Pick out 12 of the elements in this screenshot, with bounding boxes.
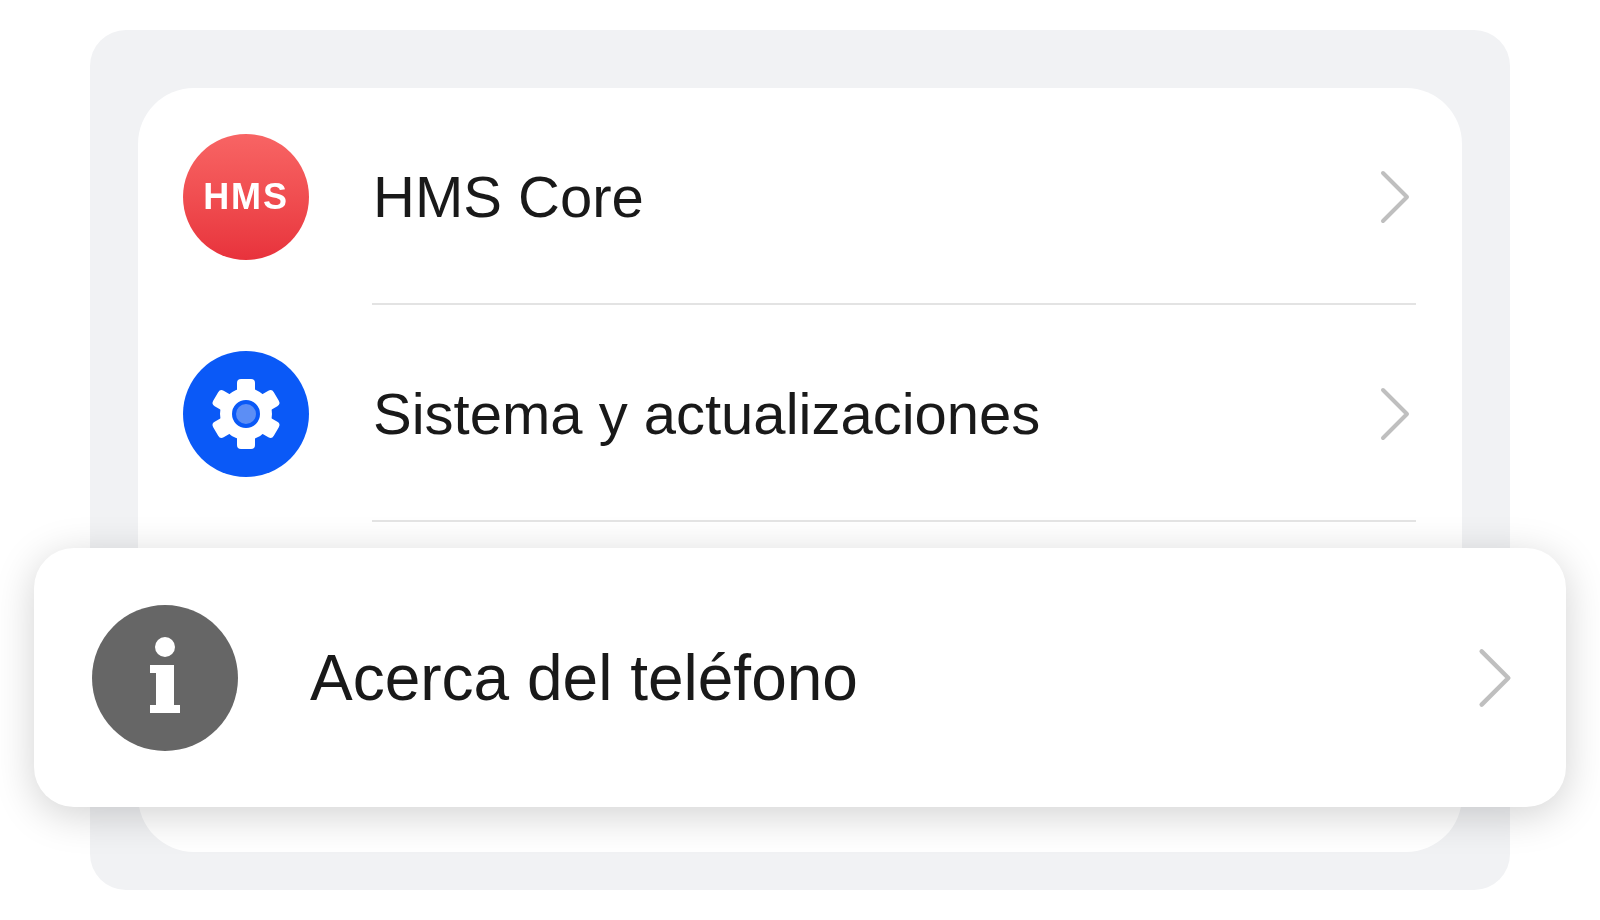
gear-icon [183, 350, 309, 477]
item-label: Acerca del teléfono [310, 640, 859, 716]
settings-item[interactable]: Sistema y actualizaciones [138, 305, 1462, 522]
chevron-right-icon [1380, 169, 1410, 224]
hms-logo: HMS [183, 133, 309, 260]
settings-item[interactable]: HMS HMS Core [138, 88, 1462, 305]
chevron-right-icon [1478, 647, 1512, 708]
settings-item[interactable]: Acerca del teléfono [34, 548, 1566, 807]
chevron-right-icon [1380, 386, 1410, 441]
info-icon [92, 604, 238, 751]
item-label: Sistema y actualizaciones [373, 380, 1042, 448]
item-label: HMS Core [373, 163, 645, 231]
